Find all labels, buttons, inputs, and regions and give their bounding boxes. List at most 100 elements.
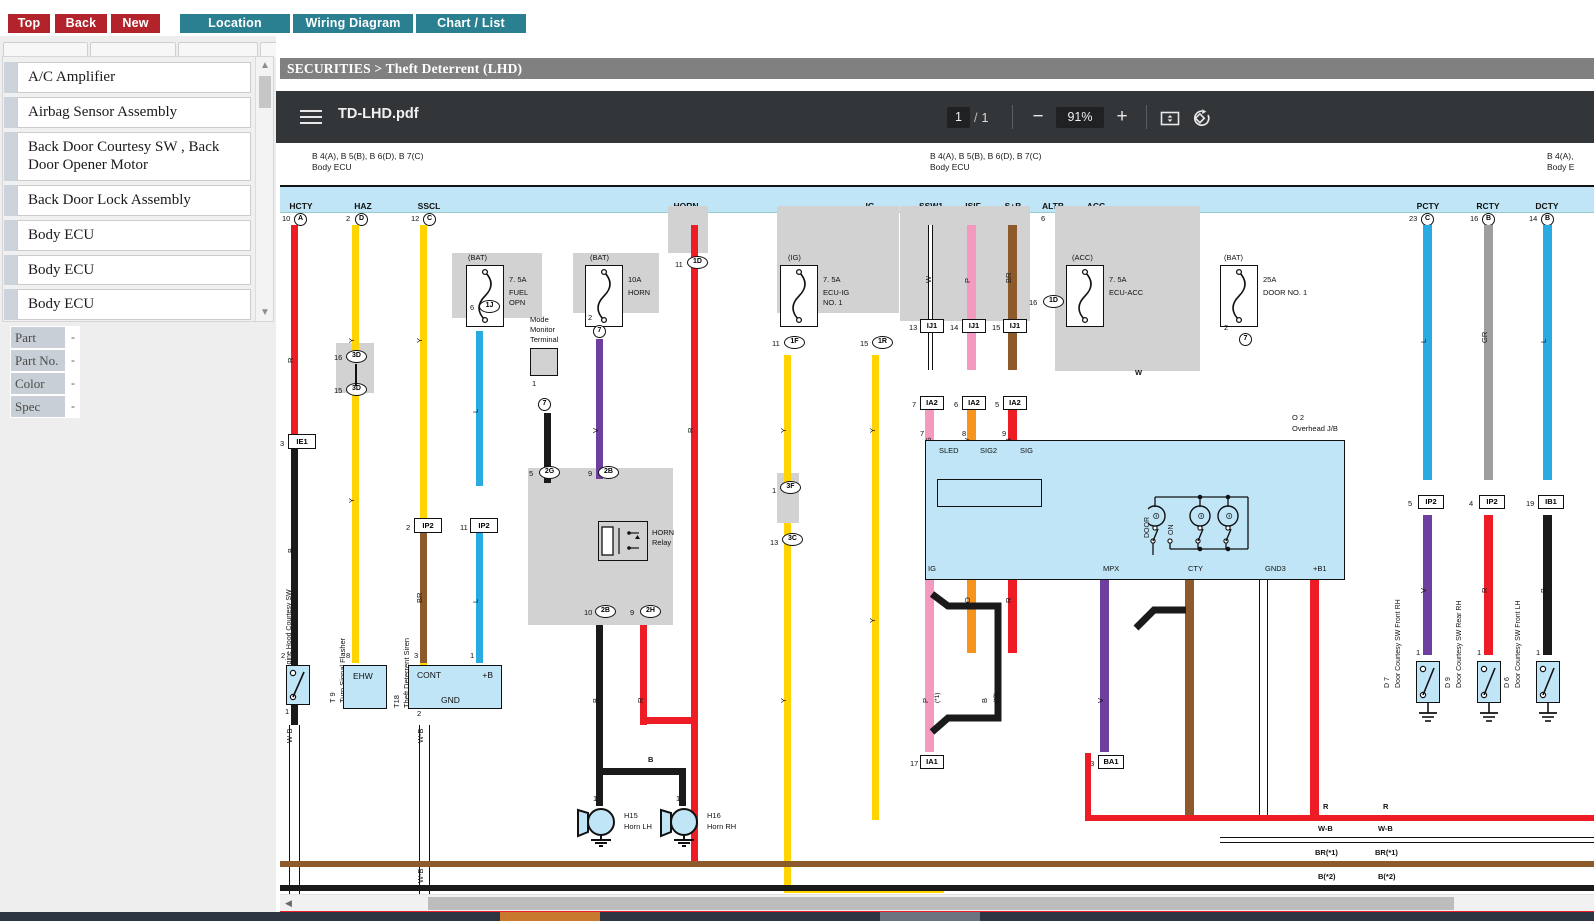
pin-number: 9	[630, 608, 635, 617]
scroll-down-icon[interactable]: ▼	[256, 304, 273, 321]
horizontal-scrollbar[interactable]: ◀	[280, 894, 1594, 911]
list-item[interactable]: Body ECU	[4, 219, 251, 251]
terminal-label: EHW	[353, 671, 373, 681]
part-info-label: Part No.	[10, 349, 66, 372]
wire-color-label: W-B	[285, 728, 294, 743]
scrollbar-thumb[interactable]	[259, 76, 271, 108]
connector-ellipse: 2B	[595, 605, 616, 618]
component-id: H15	[624, 811, 638, 820]
terminal-label: MPX	[1103, 564, 1120, 573]
nav-button-back[interactable]: Back	[55, 14, 107, 33]
part-info-table: Part Code - Part No. - Color - Spec -	[10, 326, 80, 418]
shaded-region	[668, 206, 708, 253]
fuse-source-label: (BAT)	[1224, 253, 1244, 262]
breadcrumb: SECURITIES > Theft Deterrent (LHD)	[280, 58, 1594, 79]
terminal-label: IG	[928, 564, 936, 573]
horn-symbol	[659, 806, 705, 848]
nav-button-top[interactable]: Top	[8, 14, 50, 33]
switch-symbol	[286, 665, 310, 705]
connector-ellipse: 2B	[598, 466, 619, 479]
pin-number: 19	[1526, 499, 1535, 508]
page-number-input[interactable]: 1	[947, 107, 970, 128]
list-item[interactable]: Back Door Lock Assembly	[4, 185, 251, 216]
ecu-pin-label: PCTY	[1416, 201, 1440, 211]
switch-symbol	[1416, 661, 1440, 703]
component-name: Horn LH	[624, 822, 652, 831]
pin-number: 11	[460, 523, 468, 532]
pin-number: 16	[1029, 298, 1038, 307]
connector-circle: 7	[538, 398, 551, 411]
fuse-symbol	[1066, 265, 1104, 327]
terminal-label: GND	[441, 695, 460, 705]
list-item[interactable]: Airbag Sensor Assembly	[4, 96, 251, 128]
pin-number: 14	[1529, 214, 1538, 223]
connector-box: IP2	[1418, 495, 1444, 509]
wire-color-label: R	[1383, 802, 1389, 811]
connector-box: IJ1	[962, 319, 986, 333]
wire-segment	[1085, 753, 1091, 821]
pin-number: 4	[1469, 499, 1474, 508]
nav-button-location[interactable]: Location	[180, 14, 290, 33]
wire-color-label: BR(*1)	[1315, 848, 1338, 857]
connector-box: IP2	[470, 518, 498, 533]
pin-number: 15	[860, 339, 869, 348]
list-item[interactable]: A/C Amplifier	[4, 62, 251, 93]
wire-color-label: R	[286, 357, 295, 363]
wire-color-label: R	[686, 427, 695, 433]
pin-number: 7	[912, 400, 917, 409]
wire-color-label: P	[963, 277, 972, 283]
page-separator: /	[974, 110, 978, 125]
page-navigation: 1 / 1	[947, 107, 988, 128]
fit-page-icon[interactable]	[1156, 104, 1184, 132]
wire-segment	[872, 355, 879, 820]
connector-ellipse: 1J	[479, 300, 500, 313]
rotate-icon[interactable]	[1188, 104, 1216, 132]
terminal-label: CTY	[1188, 564, 1203, 573]
scrollbar-thumb[interactable]	[428, 897, 1454, 910]
nav-button-chart-list[interactable]: Chart / List	[416, 14, 526, 33]
zoom-in-button[interactable]: +	[1108, 104, 1136, 132]
pin-number: 8	[962, 429, 967, 438]
ecu-pin-label: HCTY	[289, 201, 313, 211]
hamburger-menu-icon[interactable]	[298, 104, 324, 130]
pin-number: 3	[414, 651, 419, 660]
nav-button-wiring-diagram[interactable]: Wiring Diagram	[293, 14, 413, 33]
list-item[interactable]: Body ECU	[4, 254, 251, 286]
pin-number: 10	[584, 608, 593, 617]
wire-color-label: W-B	[1378, 824, 1393, 833]
component-name: Door Courtesy SW Rear RH	[1456, 600, 1463, 688]
connector-box: BA1	[1098, 755, 1124, 769]
component-id: T18	[392, 695, 401, 708]
terminal-label: SIG	[1020, 446, 1033, 455]
scroll-up-icon[interactable]: ▲	[256, 57, 273, 74]
list-item[interactable]: Body ECU	[4, 289, 251, 320]
pin-number: 5	[995, 400, 1000, 409]
wire-color-label: W-B	[416, 868, 425, 883]
overhead-junction-box	[925, 440, 1345, 580]
scroll-left-icon[interactable]: ◀	[280, 895, 297, 912]
sidebar-scrollbar[interactable]: ▲ ▼	[255, 57, 273, 321]
wire-color-label: L	[471, 408, 480, 413]
zoom-out-button[interactable]: −	[1024, 104, 1052, 132]
part-info-value: -	[66, 349, 80, 372]
nav-button-new[interactable]: New	[111, 14, 160, 33]
junction-box-id: O 2	[1292, 413, 1305, 422]
component-name: Horn RH	[707, 822, 737, 831]
terminal-label: SLED	[939, 446, 959, 455]
wire-segment	[928, 225, 933, 370]
pin-number: 16	[334, 353, 343, 362]
horn-relay-symbol	[598, 521, 648, 561]
part-info-row: Part Code -	[10, 326, 80, 366]
zoom-level-value[interactable]: 91%	[1056, 107, 1104, 128]
switch-label: ON	[1168, 524, 1175, 536]
fuse-source-label: (BAT)	[590, 253, 610, 262]
pin-number: 15	[992, 323, 1001, 332]
wire-color-label: V	[591, 427, 600, 433]
fuse-rating: 25A	[1263, 275, 1277, 284]
list-item[interactable]: Back Door Courtesy SW , Back Door Opener…	[4, 131, 251, 181]
wire-segment	[352, 393, 359, 663]
pin-number: 8	[346, 651, 351, 660]
taskbar-item[interactable]	[880, 912, 980, 921]
part-info-row: Spec -	[10, 395, 80, 418]
taskbar-item[interactable]	[500, 912, 600, 921]
